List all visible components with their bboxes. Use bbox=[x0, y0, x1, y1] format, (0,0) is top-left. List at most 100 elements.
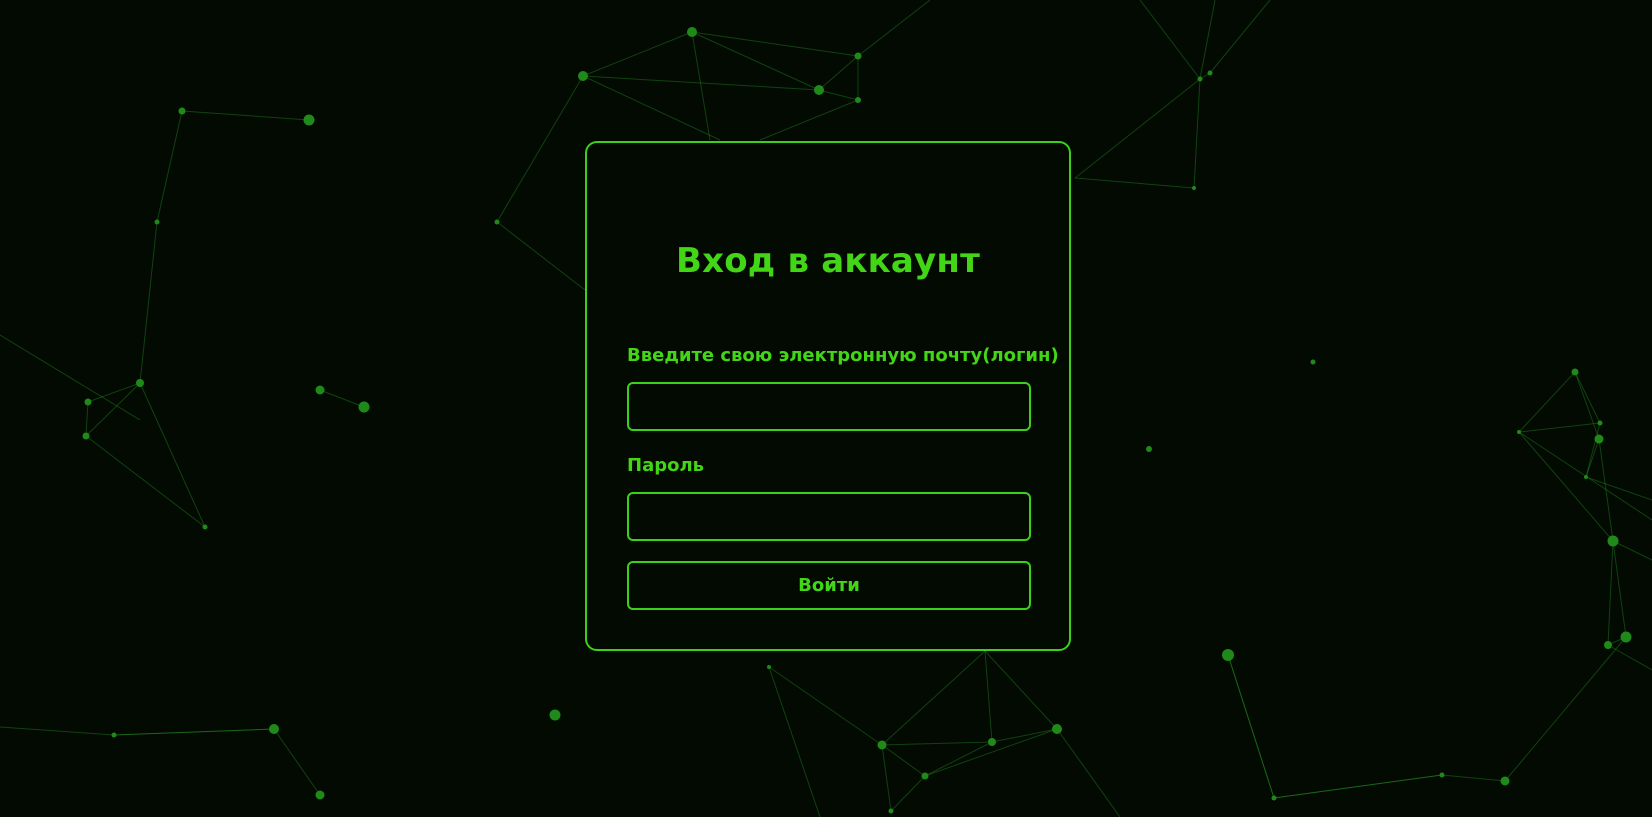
network-edge bbox=[139, 221, 158, 384]
network-edge bbox=[924, 728, 1058, 777]
network-edge bbox=[924, 741, 993, 777]
network-edge bbox=[496, 75, 584, 223]
network-node bbox=[988, 738, 996, 746]
network-node bbox=[767, 665, 771, 669]
network-edge bbox=[857, 0, 931, 57]
network-edge bbox=[85, 435, 206, 528]
network-edge bbox=[1074, 177, 1195, 189]
network-edge bbox=[319, 389, 365, 408]
network-node bbox=[888, 808, 894, 814]
network-edge bbox=[768, 666, 883, 746]
network-edge bbox=[881, 744, 892, 812]
network-node bbox=[154, 219, 160, 225]
network-edge bbox=[1199, 0, 1216, 80]
network-edge bbox=[818, 89, 859, 101]
network-edge bbox=[1518, 431, 1614, 542]
network-edge bbox=[759, 99, 859, 141]
network-edge bbox=[273, 728, 321, 796]
network-node bbox=[1197, 76, 1203, 82]
network-edge bbox=[1227, 654, 1275, 799]
network-edge bbox=[496, 221, 586, 291]
network-edge bbox=[1518, 371, 1576, 433]
network-edge bbox=[881, 744, 926, 777]
network-edge bbox=[1056, 728, 1121, 817]
network-edge bbox=[984, 650, 1058, 730]
network-edge bbox=[85, 401, 89, 437]
network-node bbox=[1146, 446, 1152, 452]
network-node bbox=[303, 114, 315, 126]
network-node bbox=[315, 790, 325, 800]
network-node bbox=[1222, 649, 1234, 661]
network-edge bbox=[1074, 78, 1201, 179]
network-edge bbox=[1574, 371, 1600, 440]
network-node bbox=[1517, 430, 1521, 434]
network-edge bbox=[881, 650, 986, 746]
network-edge bbox=[582, 31, 693, 77]
password-label: Пароль bbox=[627, 455, 705, 476]
network-node bbox=[358, 401, 370, 413]
network-node bbox=[1052, 724, 1062, 734]
network-node bbox=[877, 740, 887, 750]
network-node bbox=[1207, 70, 1213, 76]
network-node bbox=[315, 385, 325, 395]
network-node bbox=[921, 772, 929, 780]
network-edge bbox=[0, 334, 141, 421]
network-edge bbox=[1139, 0, 1201, 80]
password-field[interactable] bbox=[627, 492, 1031, 541]
network-edge bbox=[890, 775, 926, 812]
network-edge bbox=[1574, 371, 1601, 424]
email-label: Введите свою электронную почту(логин) bbox=[627, 345, 1059, 366]
network-edge bbox=[1209, 0, 1271, 74]
network-node bbox=[136, 379, 144, 387]
email-field[interactable] bbox=[627, 382, 1031, 431]
network-node bbox=[1607, 535, 1619, 547]
network-edge bbox=[1612, 540, 1652, 561]
network-edge bbox=[87, 382, 141, 403]
network-edge bbox=[113, 728, 275, 736]
network-edge bbox=[1273, 774, 1443, 799]
network-edge bbox=[768, 666, 821, 817]
network-edge bbox=[181, 110, 310, 121]
network-node bbox=[1594, 434, 1604, 444]
network-node bbox=[855, 97, 861, 103]
network-node bbox=[1584, 475, 1588, 479]
network-edge bbox=[0, 726, 115, 736]
network-edge bbox=[881, 741, 993, 746]
network-edge bbox=[1612, 540, 1627, 638]
network-edge bbox=[1504, 636, 1627, 782]
network-edge bbox=[1193, 78, 1201, 189]
network-edge bbox=[139, 382, 206, 528]
network-node bbox=[1192, 186, 1196, 190]
network-node bbox=[549, 709, 561, 721]
network-edge bbox=[984, 650, 993, 743]
network-node bbox=[84, 398, 92, 406]
network-node bbox=[178, 107, 186, 115]
login-button[interactable]: Войти bbox=[627, 561, 1031, 610]
network-node bbox=[854, 52, 862, 60]
network-node bbox=[82, 432, 90, 440]
network-edge bbox=[1607, 540, 1614, 646]
login-card: Вход в аккаунт Введите свою электронную … bbox=[585, 141, 1071, 651]
network-edge bbox=[156, 110, 183, 223]
network-node bbox=[814, 85, 824, 95]
network-node bbox=[1597, 420, 1603, 426]
network-edge bbox=[1441, 774, 1506, 782]
network-node bbox=[494, 219, 500, 225]
network-node bbox=[687, 27, 697, 37]
network-node bbox=[1620, 631, 1632, 643]
network-node bbox=[111, 732, 117, 738]
network-edge bbox=[582, 75, 721, 141]
network-edge bbox=[691, 31, 711, 141]
network-edge bbox=[1585, 476, 1652, 501]
network-node bbox=[269, 724, 279, 734]
network-node bbox=[1604, 641, 1612, 649]
network-edge bbox=[691, 31, 859, 57]
network-edge bbox=[1585, 422, 1601, 478]
network-node bbox=[1439, 772, 1445, 778]
network-node bbox=[1500, 776, 1510, 786]
page-title: Вход в аккаунт bbox=[675, 241, 981, 281]
network-node bbox=[202, 524, 208, 530]
network-node bbox=[1310, 359, 1316, 365]
network-edge bbox=[85, 382, 141, 437]
network-node bbox=[1271, 795, 1277, 801]
